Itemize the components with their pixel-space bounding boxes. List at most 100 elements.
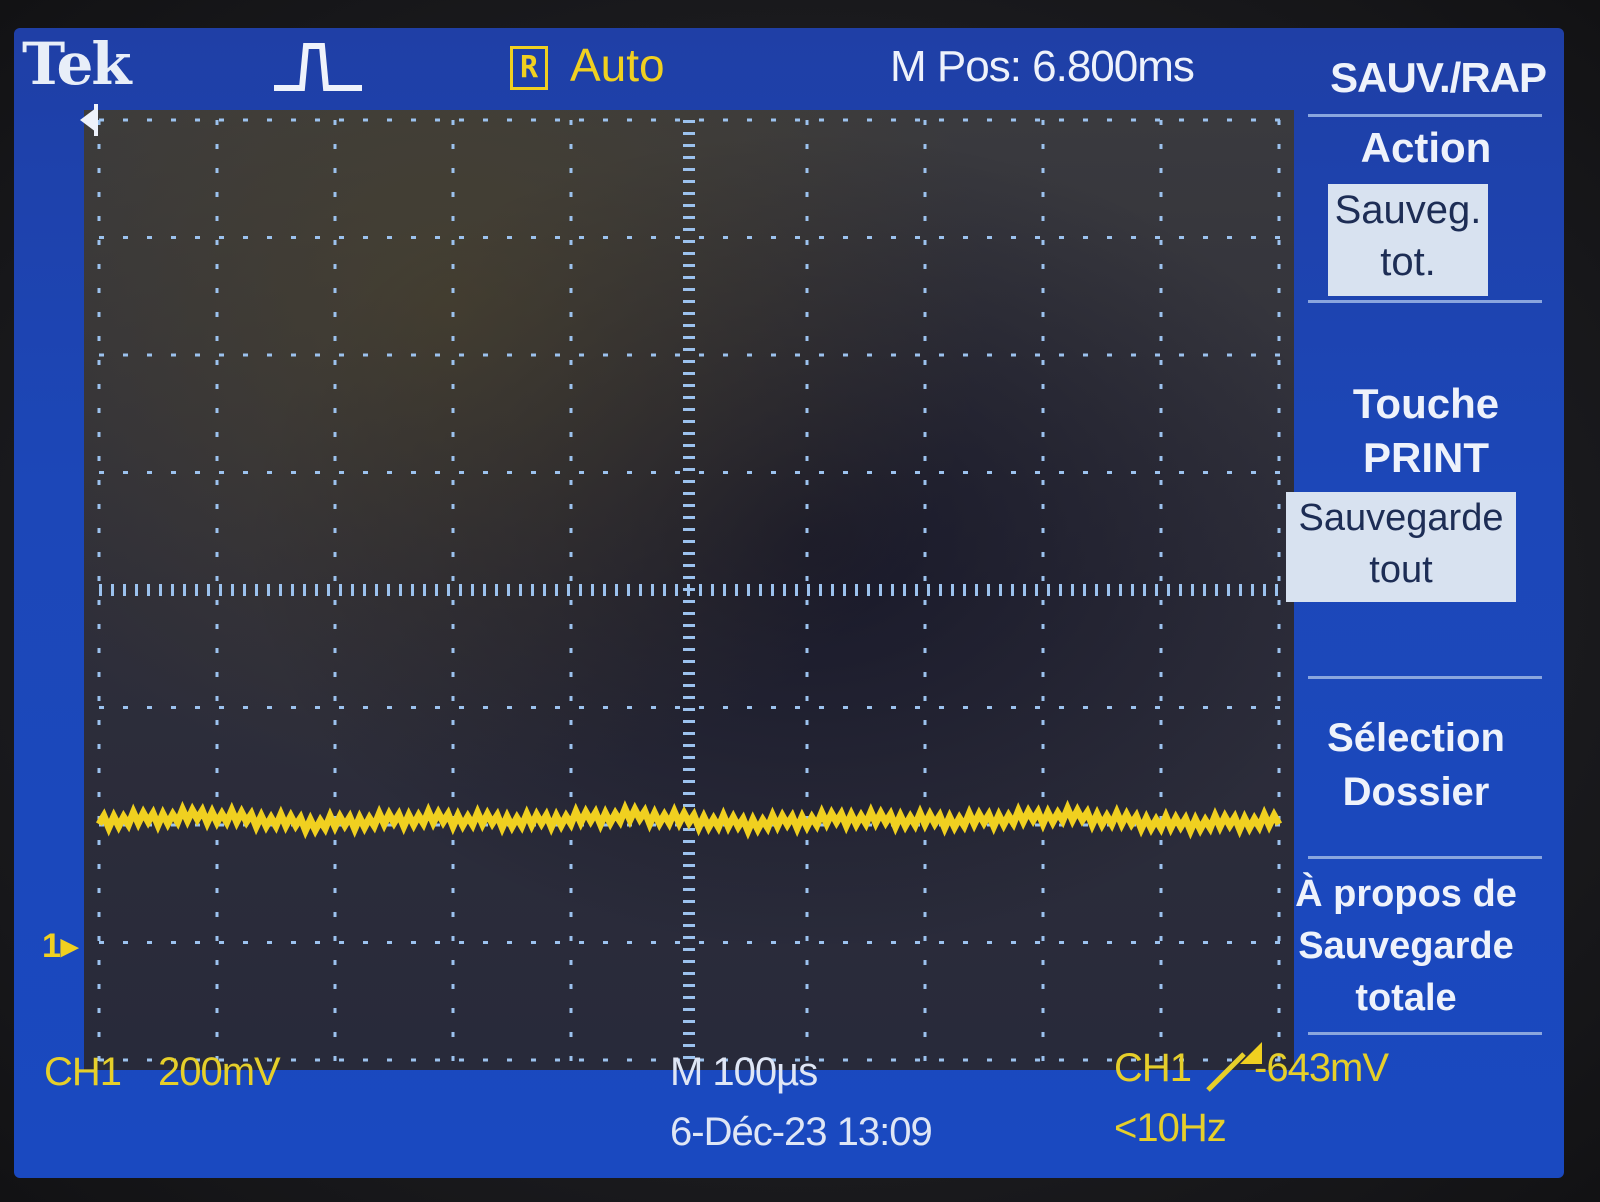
graticule-dot: [97, 240, 101, 245]
graticule-dot: [569, 744, 573, 749]
graticule-dot: [843, 706, 848, 709]
graticule-center-tick: [683, 732, 695, 735]
graticule-dot: [675, 706, 680, 709]
graticule-dot: [939, 118, 944, 122]
graticule-dot: [315, 941, 320, 944]
graticule-dot: [805, 672, 809, 677]
graticule-center-tick: [683, 768, 695, 771]
graticule-dot: [1159, 528, 1163, 533]
graticule-center-tick: [683, 408, 695, 411]
menu-item-print-key[interactable]: Touche PRINT Sauvegarde tout: [1286, 378, 1564, 618]
graticule-dot: [333, 144, 337, 149]
graticule-dot: [267, 236, 272, 239]
graticule-dot: [805, 1032, 809, 1037]
graticule-dot: [805, 912, 809, 917]
graticule-dot: [843, 941, 848, 944]
graticule-dot: [215, 288, 219, 293]
graticule-dot: [915, 941, 920, 944]
graticule-center-tick: [1059, 584, 1062, 596]
graticule-dot: [569, 408, 573, 413]
graticule-center-tick: [615, 584, 618, 596]
graticule-dot: [555, 118, 560, 122]
graticule-dot: [215, 552, 219, 557]
graticule-dot: [339, 941, 344, 944]
graticule-dot: [1041, 960, 1045, 965]
graticule-dot: [1041, 672, 1045, 677]
graticule-dot: [1131, 236, 1136, 239]
graticule-dot: [987, 941, 992, 944]
graticule-dot: [569, 552, 573, 557]
graticule-dot: [569, 720, 573, 725]
graticule-center-tick: [683, 972, 695, 975]
graticule-dot: [1131, 706, 1136, 709]
graticule-dot: [1275, 941, 1280, 944]
graticule-dot: [805, 408, 809, 413]
graticule-dot: [1227, 118, 1232, 122]
graticule-dot: [215, 768, 219, 773]
graticule-dot: [805, 696, 809, 701]
graticule-dot: [451, 552, 455, 557]
graticule-center-tick: [1167, 584, 1170, 596]
graticule-center-tick: [519, 584, 522, 596]
graticule-center-tick: [255, 584, 258, 596]
graticule-dot: [1041, 528, 1045, 533]
horizontal-position: M Pos: 6.800ms: [890, 42, 1195, 91]
graticule-dot: [569, 528, 573, 533]
graticule-dot: [805, 144, 809, 149]
graticule-dot: [1107, 941, 1112, 944]
graticule-dot: [1159, 432, 1163, 437]
graticule-dot: [123, 118, 128, 122]
graticule-center-tick: [683, 564, 695, 567]
graticule-dot: [805, 168, 809, 173]
graticule-dot: [867, 236, 872, 239]
graticule-dot: [215, 720, 219, 725]
graticule-dot: [339, 1058, 344, 1062]
graticule-dot: [923, 552, 927, 557]
graticule-center-tick: [683, 900, 695, 903]
menu-item-print-key-value: Sauvegarde tout: [1286, 492, 1516, 602]
graticule-center-tick: [683, 696, 695, 699]
graticule-dot: [1277, 1032, 1281, 1037]
graticule-dot: [97, 696, 101, 701]
graticule-dot: [1277, 600, 1281, 605]
graticule-dot: [387, 1058, 392, 1062]
menu-item-about-label-line2: Sauvegarde: [1298, 925, 1514, 967]
graticule-dot: [963, 1058, 968, 1062]
graticule-dot: [819, 353, 824, 357]
graticule-dot: [923, 648, 927, 653]
graticule-center-tick: [927, 584, 930, 596]
graticule-center-tick: [683, 1044, 695, 1047]
graticule-dot: [451, 984, 455, 989]
graticule-dot: [1277, 576, 1281, 581]
graticule-dot: [1041, 552, 1045, 557]
graticule-dot: [795, 236, 800, 239]
side-menu: SAUV./RAP Action Sauveg. tot. Touche PRI…: [1286, 28, 1564, 1178]
graticule-dot: [1035, 118, 1040, 122]
graticule-dot: [1041, 888, 1045, 893]
graticule-dot: [215, 912, 219, 917]
graticule-dot: [333, 624, 337, 629]
menu-item-print-key-value-line: tout: [1369, 549, 1433, 591]
graticule-dot: [923, 576, 927, 581]
graticule-dot: [1059, 706, 1064, 709]
graticule-dot: [451, 456, 455, 461]
menu-item-about-save-all[interactable]: À propos de Sauvegarde totale: [1286, 868, 1564, 1038]
graticule-dot: [1035, 706, 1040, 709]
graticule-center-tick: [819, 584, 822, 596]
run-state: Auto: [570, 39, 665, 91]
graticule-dot: [939, 236, 944, 239]
graticule-dot: [333, 912, 337, 917]
graticule-dot: [915, 353, 920, 357]
graticule-center-tick: [683, 300, 695, 303]
menu-item-folder-select[interactable]: Sélection Dossier: [1286, 712, 1564, 832]
graticule-dot: [243, 118, 248, 122]
graticule-dot: [333, 240, 337, 245]
graticule-dot: [1277, 240, 1281, 245]
graticule-dot: [123, 353, 128, 357]
trigger-source: CH1: [1114, 1046, 1192, 1090]
graticule-dot: [1277, 624, 1281, 629]
graticule-dot: [569, 792, 573, 797]
graticule-dot: [923, 1056, 927, 1061]
graticule-dot: [97, 192, 101, 197]
menu-item-action[interactable]: Action Sauveg. tot.: [1286, 118, 1564, 298]
